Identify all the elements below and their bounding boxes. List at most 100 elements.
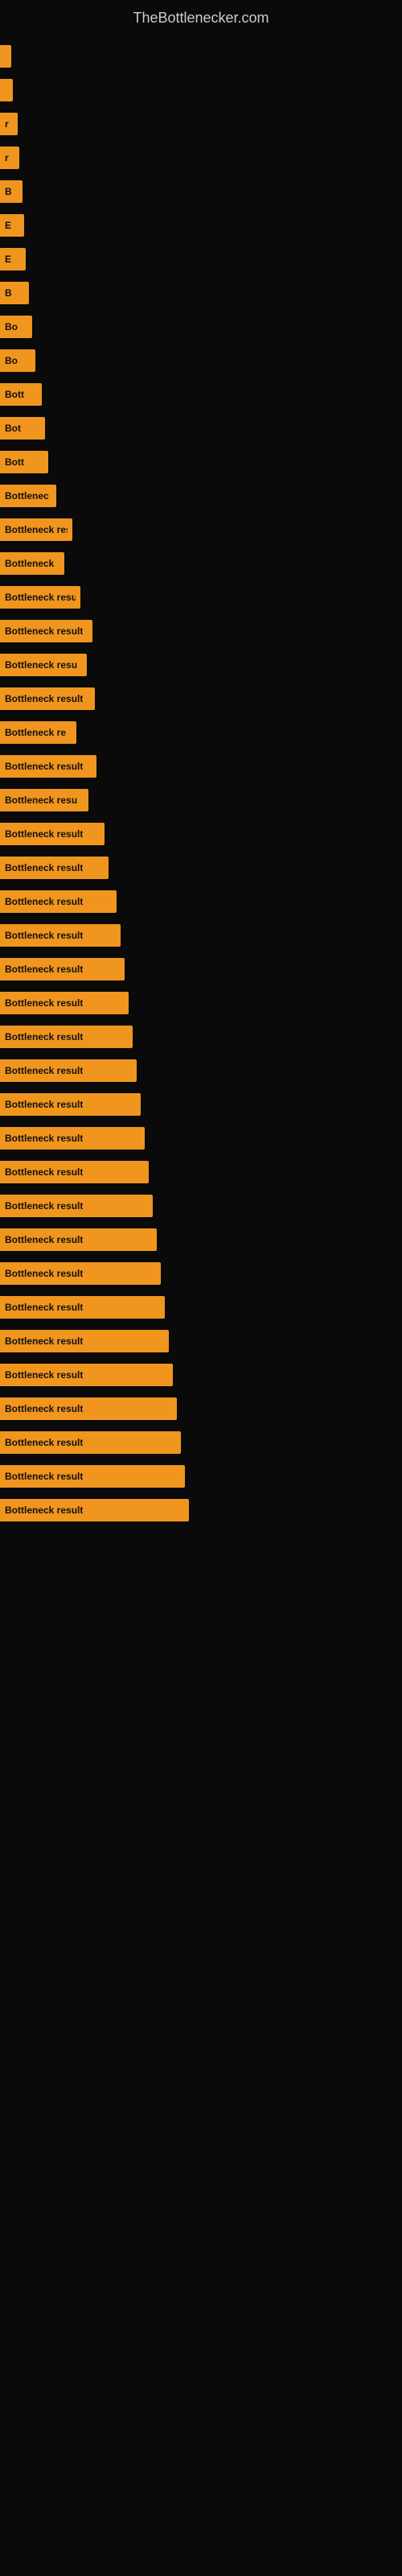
bar-label-35: Bottleneck result <box>5 1234 83 1245</box>
bar-label-9: Bo <box>5 355 18 366</box>
bar-row: Bottleneck result <box>0 886 402 917</box>
bar-row: Bottleneck result <box>0 1022 402 1052</box>
bar-18: Bottleneck resu <box>0 654 87 676</box>
bar-row: Bottleneck result <box>0 852 402 883</box>
bar-label-28: Bottleneck result <box>5 997 83 1009</box>
bar-24: Bottleneck result <box>0 857 109 879</box>
bar-label-8: Bo <box>5 321 18 332</box>
bar-row: Bottleneck resu <box>0 785 402 815</box>
bar-35: Bottleneck result <box>0 1228 157 1251</box>
bar-row: Bot <box>0 413 402 444</box>
bar-label-26: Bottleneck result <box>5 930 83 941</box>
bar-label-17: Bottleneck result <box>5 625 83 637</box>
bar-label-42: Bottleneck result <box>5 1471 83 1482</box>
bar-row: Bottleneck result <box>0 819 402 849</box>
bar-row: Bottleneck result <box>0 616 402 646</box>
bar-26: Bottleneck result <box>0 924 121 947</box>
bar-row: Bottleneck result <box>0 954 402 985</box>
bar-row: E <box>0 210 402 241</box>
bar-row: Bottleneck result <box>0 1427 402 1458</box>
bar-37: Bottleneck result <box>0 1296 165 1319</box>
bar-label-27: Bottleneck result <box>5 964 83 975</box>
bar-31: Bottleneck result <box>0 1093 141 1116</box>
bar-41: Bottleneck result <box>0 1431 181 1454</box>
bars-container: rr B E E B Bo Bo Bott Bot Bott Bottlenec Bottleneck… <box>0 33 402 1537</box>
bar-row: B <box>0 278 402 308</box>
bar-32: Bottleneck result <box>0 1127 145 1150</box>
bar-row: Bottleneck result <box>0 1123 402 1154</box>
bar-row: Bottleneck result <box>0 1292 402 1323</box>
bar-16: Bottleneck resu <box>0 586 80 609</box>
bar-label-18: Bottleneck resu <box>5 659 77 671</box>
bar-label-10: Bott <box>5 389 24 400</box>
bar-25: Bottleneck result <box>0 890 117 913</box>
bar-20: Bottleneck re <box>0 721 76 744</box>
bar-7: B <box>0 282 29 304</box>
bar-label-15: Bottleneck <box>5 558 54 569</box>
bar-row: r <box>0 109 402 139</box>
bar-label-6: E <box>5 254 11 265</box>
bar-36: Bottleneck result <box>0 1262 161 1285</box>
bar-label-36: Bottleneck result <box>5 1268 83 1279</box>
bar-label-29: Bottleneck result <box>5 1031 83 1042</box>
bar-row: Bo <box>0 312 402 342</box>
bar-row: Bottleneck res <box>0 514 402 545</box>
bar-23: Bottleneck result <box>0 823 105 845</box>
bar-label-4: B <box>5 186 12 197</box>
bar-0 <box>0 45 11 68</box>
bar-label-5: E <box>5 220 11 231</box>
bar-row: Bottleneck result <box>0 1461 402 1492</box>
bar-28: Bottleneck result <box>0 992 129 1014</box>
bar-label-37: Bottleneck result <box>5 1302 83 1313</box>
bar-row: E <box>0 244 402 275</box>
bar-row: Bott <box>0 379 402 410</box>
bar-10: Bott <box>0 383 42 406</box>
bar-row: Bottleneck result <box>0 1360 402 1390</box>
bar-row <box>0 41 402 72</box>
bar-43: Bottleneck result <box>0 1499 189 1521</box>
bar-row: Bottleneck result <box>0 1191 402 1221</box>
bar-row: Bottleneck result <box>0 751 402 782</box>
bar-14: Bottleneck res <box>0 518 72 541</box>
bar-row: Bottleneck result <box>0 1495 402 1525</box>
bar-label-13: Bottlenec <box>5 490 49 502</box>
bar-row: Bottleneck result <box>0 1224 402 1255</box>
bar-40: Bottleneck result <box>0 1397 177 1420</box>
bar-row: Bottleneck result <box>0 1089 402 1120</box>
bar-12: Bott <box>0 451 48 473</box>
bar-13: Bottlenec <box>0 485 56 507</box>
bar-row: Bottleneck result <box>0 1157 402 1187</box>
bar-34: Bottleneck result <box>0 1195 153 1217</box>
bar-row: Bo <box>0 345 402 376</box>
bar-row: r <box>0 142 402 173</box>
bar-label-31: Bottleneck result <box>5 1099 83 1110</box>
bar-row: Bottleneck result <box>0 1393 402 1424</box>
bar-2: r <box>0 113 18 135</box>
bar-9: Bo <box>0 349 35 372</box>
bar-39: Bottleneck result <box>0 1364 173 1386</box>
bar-label-43: Bottleneck result <box>5 1505 83 1516</box>
bar-row: Bottleneck result <box>0 920 402 951</box>
bar-8: Bo <box>0 316 32 338</box>
bar-label-20: Bottleneck re <box>5 727 66 738</box>
bar-row: Bottleneck result <box>0 683 402 714</box>
bar-row: Bottleneck re <box>0 717 402 748</box>
bar-label-14: Bottleneck res <box>5 524 68 535</box>
bar-42: Bottleneck result <box>0 1465 185 1488</box>
bar-5: E <box>0 214 24 237</box>
bar-label-39: Bottleneck result <box>5 1369 83 1381</box>
bar-row: Bott <box>0 447 402 477</box>
bar-row: B <box>0 176 402 207</box>
bar-label-2: r <box>5 118 9 130</box>
bar-label-23: Bottleneck result <box>5 828 83 840</box>
bar-row: Bottleneck result <box>0 1326 402 1356</box>
bar-row: Bottleneck resu <box>0 582 402 613</box>
bar-15: Bottleneck <box>0 552 64 575</box>
bar-label-24: Bottleneck result <box>5 862 83 873</box>
bar-row: Bottleneck <box>0 548 402 579</box>
bar-19: Bottleneck result <box>0 687 95 710</box>
bar-label-41: Bottleneck result <box>5 1437 83 1448</box>
site-title: TheBottlenecker.com <box>0 0 402 33</box>
bar-33: Bottleneck result <box>0 1161 149 1183</box>
bar-row <box>0 75 402 105</box>
